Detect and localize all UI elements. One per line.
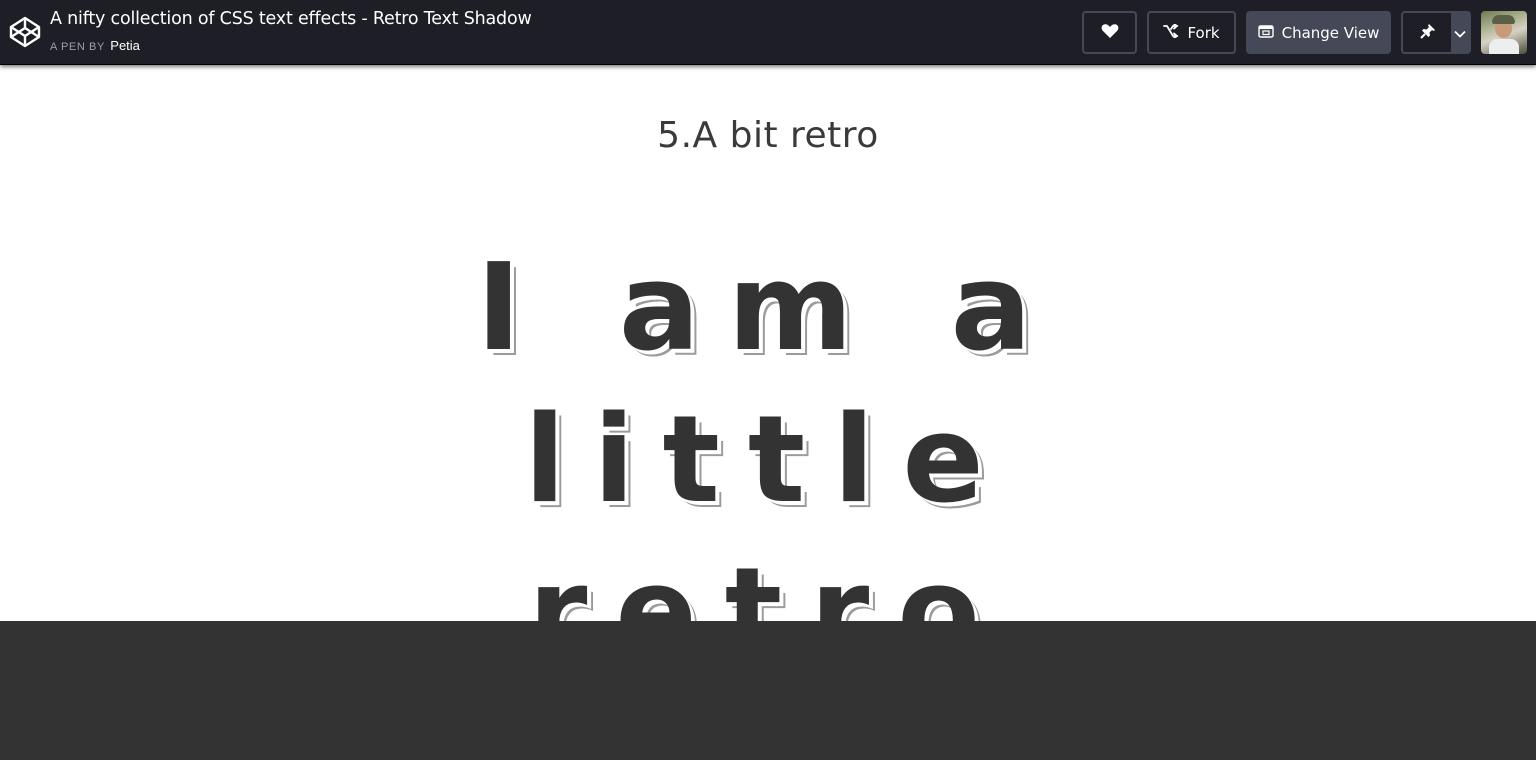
fork-label: Fork xyxy=(1187,23,1220,42)
pin-button[interactable] xyxy=(1401,11,1452,54)
pin-options-dropdown[interactable] xyxy=(1451,11,1471,54)
change-view-icon xyxy=(1257,24,1274,42)
chevron-down-icon xyxy=(1454,24,1466,42)
pen-author-line: A PEN BY Petia xyxy=(50,38,140,53)
section-heading: 5.A bit retro xyxy=(657,115,879,156)
pin-icon xyxy=(1419,23,1436,43)
pen-title: A nifty collection of CSS text effects -… xyxy=(50,9,532,29)
user-avatar[interactable] xyxy=(1481,11,1527,54)
editor-footer-area xyxy=(0,621,1536,760)
heart-icon xyxy=(1101,23,1119,43)
by-label: A PEN BY xyxy=(50,41,105,53)
change-view-label: Change View xyxy=(1281,23,1380,42)
fork-icon xyxy=(1163,22,1179,42)
codepen-header: A nifty collection of CSS text effects -… xyxy=(0,0,1536,65)
change-view-button[interactable]: Change View xyxy=(1246,11,1391,54)
pen-preview: 5.A bit retro I am a little retro xyxy=(0,65,1536,682)
heart-button[interactable] xyxy=(1082,11,1137,54)
codepen-logo-icon[interactable] xyxy=(9,16,41,48)
author-link[interactable]: Petia xyxy=(110,38,140,53)
fork-button[interactable]: Fork xyxy=(1147,11,1236,54)
